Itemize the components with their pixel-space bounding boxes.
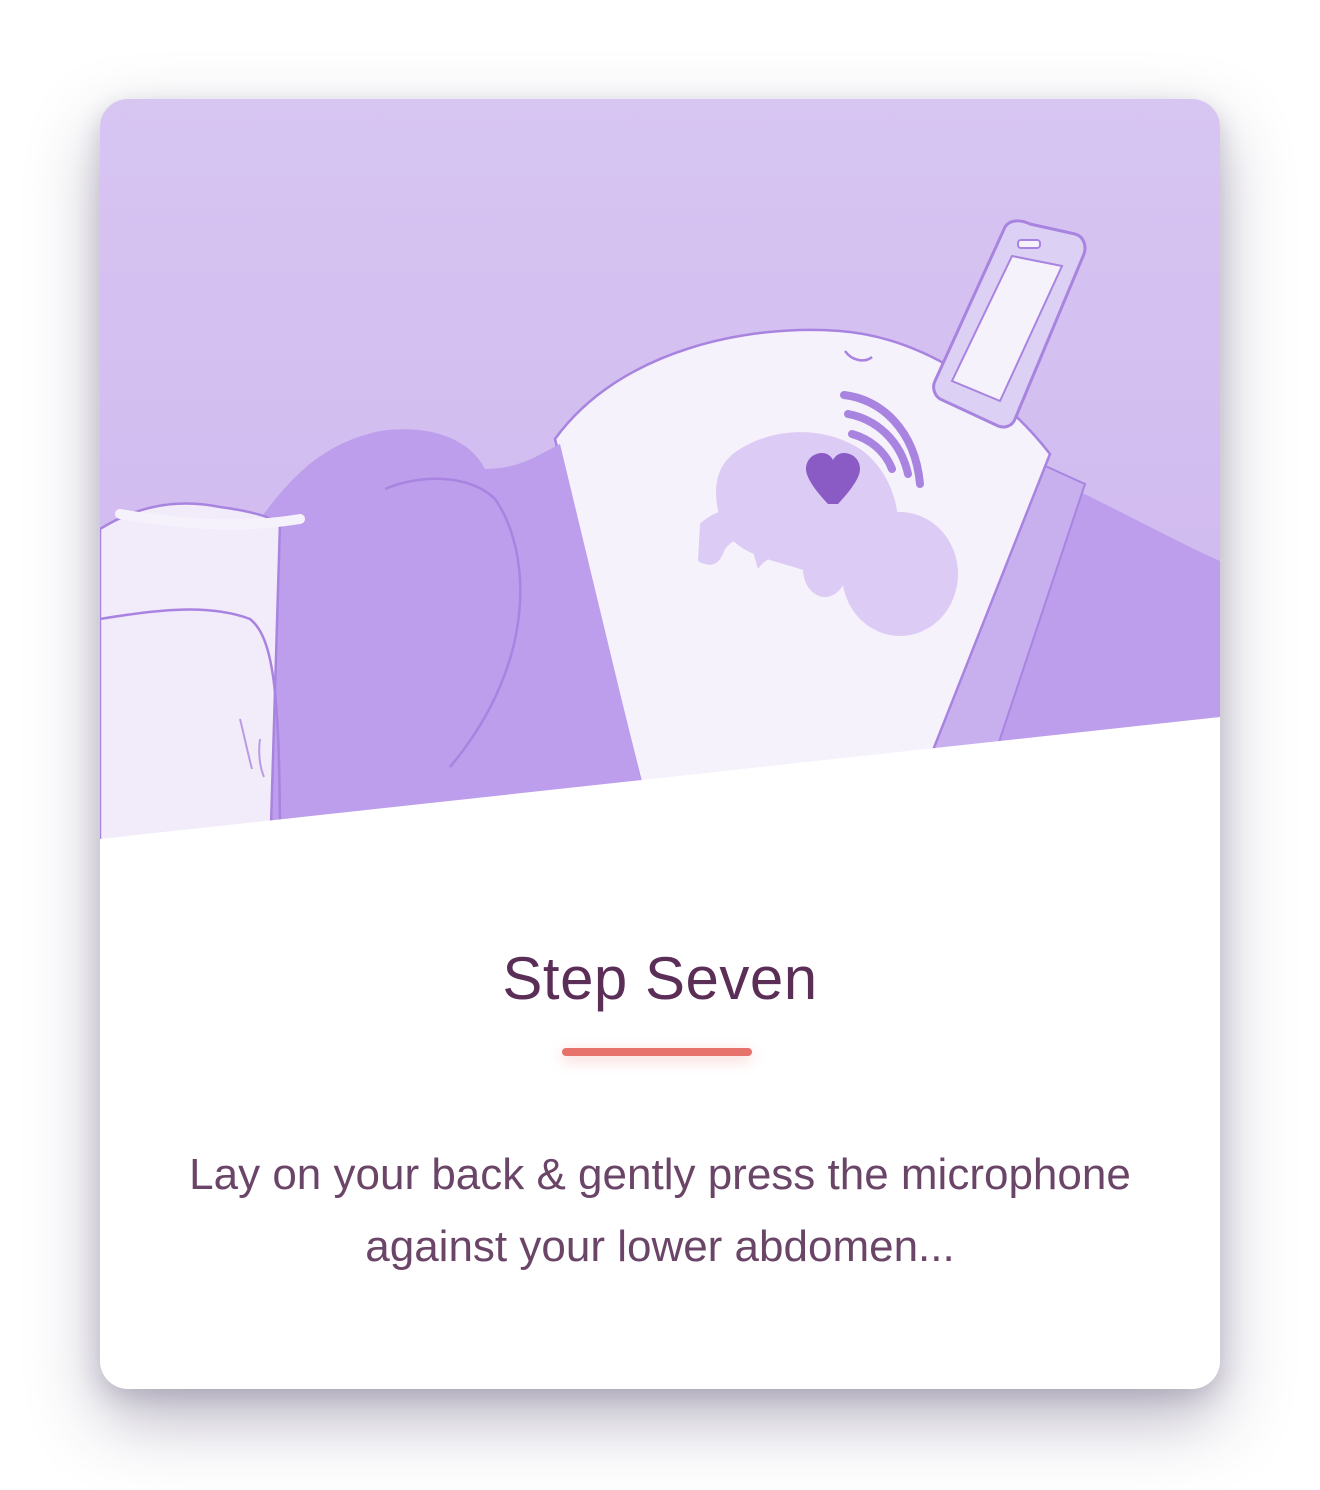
step-description: Lay on your back & gently press the micr…: [189, 1150, 1131, 1271]
title-underline: [562, 1048, 752, 1056]
head-shape: [100, 502, 282, 859]
step-title: Step Seven: [502, 945, 818, 1012]
step-illustration: [100, 99, 1220, 859]
step-card: Step Seven Lay on your back & gently pre…: [100, 99, 1220, 1389]
